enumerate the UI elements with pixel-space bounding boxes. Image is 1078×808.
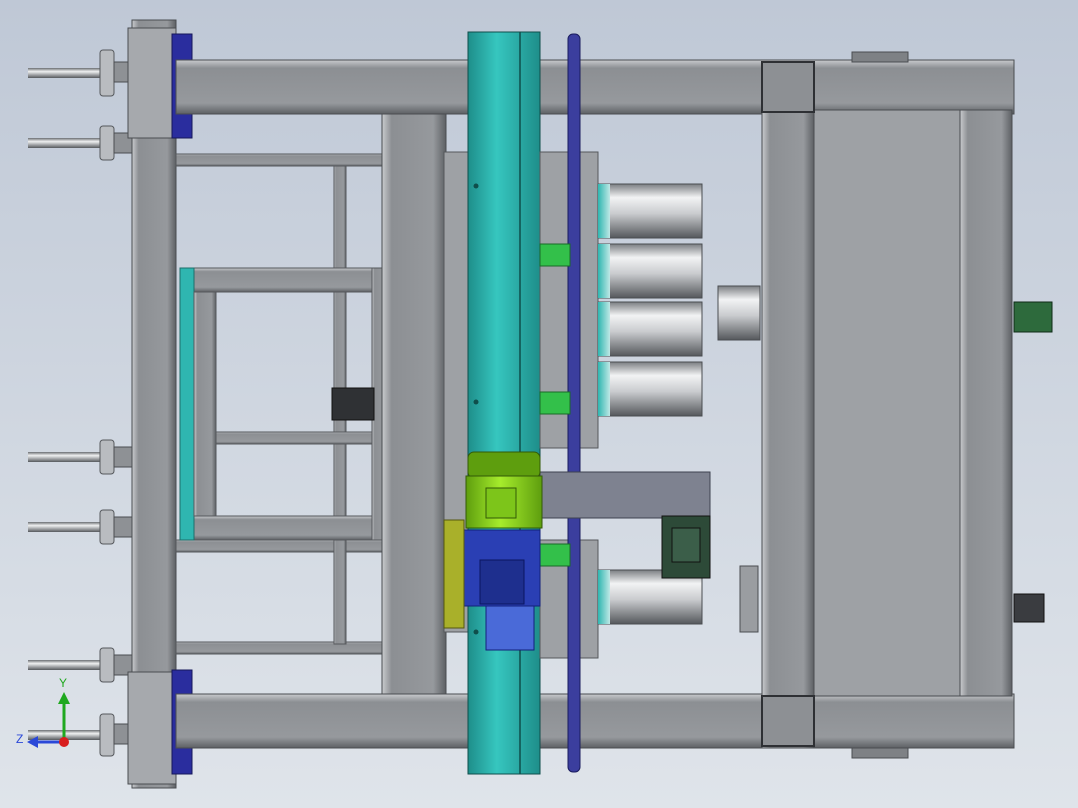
right-connector <box>1013 301 1053 333</box>
gearbox-flange <box>485 605 535 651</box>
right-knob <box>1013 593 1045 623</box>
right-vertical-post-b <box>959 109 1013 697</box>
cylinder <box>597 361 703 417</box>
left-end-plate-top <box>127 27 177 139</box>
mid-vertical-post <box>381 109 447 695</box>
right-vertical-post-a <box>761 61 815 749</box>
cylinder <box>597 243 703 299</box>
cylinder-short <box>717 285 761 341</box>
z-axis-label: Z <box>16 732 24 746</box>
teal-column <box>467 31 541 775</box>
right-hub <box>739 565 759 633</box>
cylinder <box>597 301 703 357</box>
left-end-plate-bottom <box>127 671 177 785</box>
corner-block-bottom <box>761 695 815 747</box>
cad-model-view <box>0 0 1078 808</box>
top-horizontal-beam <box>175 59 1015 115</box>
motor-fan-cover <box>467 451 541 479</box>
corner-block-top <box>761 61 815 113</box>
drive-arm <box>539 471 711 519</box>
y-axis-label: Y <box>59 676 68 690</box>
bottom-horizontal-beam <box>175 693 1015 749</box>
cylinder <box>597 183 703 239</box>
